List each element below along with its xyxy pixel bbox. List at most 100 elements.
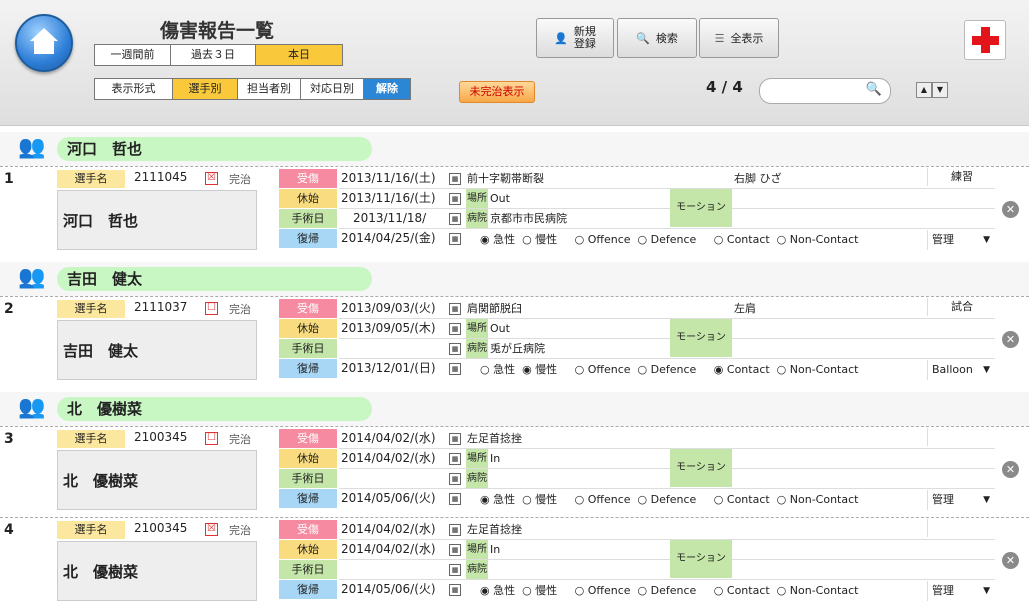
tab-clear[interactable]: 解除 <box>364 79 410 99</box>
complete-label: 完治 <box>229 433 251 446</box>
injury-date[interactable]: 2014/04/02/(水) <box>341 520 445 539</box>
user-icon: 👤 <box>554 31 568 45</box>
tab-by-player[interactable]: 選手別 <box>173 79 238 99</box>
diagnosis[interactable]: 前十字靭帯断裂 <box>467 170 544 186</box>
tab-today[interactable]: 本日 <box>256 45 342 65</box>
injury-type-radios[interactable]: ◉ 急性 ○ 慢性 ○ Offence ○ Defence ○ Contact … <box>480 582 858 598</box>
player-label: 選手名 <box>57 521 125 539</box>
calendar-icon[interactable]: ▦ <box>449 173 461 185</box>
calendar-icon[interactable]: ▦ <box>449 453 461 465</box>
rest-date[interactable]: 2014/04/02/(水) <box>341 540 445 559</box>
player-group-name[interactable]: 吉田 健太 <box>57 267 372 291</box>
view-tabs: 表示形式 選手別 担当者別 対応日別 解除 <box>94 78 411 100</box>
manager-select[interactable]: 管理 ▼ <box>927 490 995 510</box>
complete-checkbox[interactable]: ☒ <box>205 523 218 536</box>
record-row: 2 選手名 2111037 ☐ 完治 吉田 健太 受傷 休始 手術日 復帰 20… <box>0 296 1029 383</box>
diagnosis[interactable]: 左足首捻挫 <box>467 521 522 537</box>
injury-context[interactable] <box>927 519 996 537</box>
injury-date[interactable]: 2013/09/03/(火) <box>341 299 445 318</box>
injury-type-radios[interactable]: ◉ 急性 ○ 慢性 ○ Offence ○ Defence ○ Contact … <box>480 491 858 507</box>
complete-label: 完治 <box>229 173 251 186</box>
injury-type-radios[interactable]: ◉ 急性 ○ 慢性 ○ Offence ○ Defence ○ Contact … <box>480 231 858 247</box>
tab-past-3-days[interactable]: 過去３日 <box>171 45 256 65</box>
calendar-icon[interactable]: ▦ <box>449 584 461 596</box>
body-part[interactable]: 右脚 ひざ <box>734 170 782 186</box>
calendar-icon[interactable]: ▦ <box>449 193 461 205</box>
search-button[interactable]: 🔍 検索 <box>617 18 697 58</box>
search-input[interactable]: 🔍 <box>759 78 891 104</box>
place-value[interactable]: In <box>490 449 500 468</box>
injury-context[interactable]: 試合 <box>927 298 996 316</box>
return-date[interactable]: 2014/05/06/(火) <box>341 489 445 508</box>
calendar-icon[interactable]: ▦ <box>449 233 461 245</box>
scroll-top-icon[interactable]: ▲ <box>916 82 932 98</box>
injury-context[interactable] <box>927 428 996 446</box>
label-injury: 受傷 <box>279 299 337 318</box>
manager-select[interactable]: Balloon ▼ <box>927 360 995 380</box>
rest-date[interactable]: 2013/11/16/(土) <box>341 189 445 208</box>
calendar-icon[interactable]: ▦ <box>449 213 461 225</box>
new-entry-button[interactable]: 👤 新規 登録 <box>536 18 614 58</box>
medical-cross-button[interactable] <box>964 20 1006 60</box>
player-group-name[interactable]: 河口 哲也 <box>57 137 372 161</box>
complete-checkbox[interactable]: ☐ <box>205 432 218 445</box>
surgery-date[interactable]: 2013/11/18/ <box>341 209 457 228</box>
search-icon: 🔍 <box>636 31 650 45</box>
dropdown-arrow-icon: ▼ <box>983 586 990 596</box>
injury-date[interactable]: 2014/04/02/(水) <box>341 429 445 448</box>
delete-icon[interactable]: ✕ <box>1002 331 1019 348</box>
complete-checkbox[interactable]: ☐ <box>205 302 218 315</box>
return-date[interactable]: 2014/05/06/(火) <box>341 580 445 599</box>
delete-icon[interactable]: ✕ <box>1002 461 1019 478</box>
calendar-icon[interactable]: ▦ <box>449 343 461 355</box>
label-injury: 受傷 <box>279 429 337 448</box>
show-all-button[interactable]: ☰ 全表示 <box>699 18 779 58</box>
hospital-value[interactable]: 京都市市民病院 <box>490 209 567 228</box>
delete-icon[interactable]: ✕ <box>1002 552 1019 569</box>
calendar-icon[interactable]: ▦ <box>449 524 461 536</box>
diagnosis[interactable]: 左足首捻挫 <box>467 430 522 446</box>
delete-icon[interactable]: ✕ <box>1002 201 1019 218</box>
label-rest: 休始 <box>279 449 337 468</box>
place-value[interactable]: Out <box>490 189 510 208</box>
calendar-icon[interactable]: ▦ <box>449 303 461 315</box>
sort-buttons: ▲ ▼ <box>916 82 948 98</box>
place-value[interactable]: In <box>490 540 500 559</box>
tab-by-date[interactable]: 対応日別 <box>301 79 364 99</box>
manager-select[interactable]: 管理 ▼ <box>927 581 995 601</box>
return-date[interactable]: 2013/12/01/(日) <box>341 359 445 378</box>
return-date[interactable]: 2014/04/25/(金) <box>341 229 445 248</box>
calendar-icon[interactable]: ▦ <box>449 363 461 375</box>
hospital-value[interactable]: 兎が丘病院 <box>490 339 545 358</box>
calendar-icon[interactable]: ▦ <box>449 433 461 445</box>
complete-checkbox[interactable]: ☒ <box>205 172 218 185</box>
body-part[interactable]: 左肩 <box>734 300 756 316</box>
place-value[interactable]: Out <box>490 319 510 338</box>
manager-select[interactable]: 管理 ▼ <box>927 230 995 250</box>
diagnosis[interactable]: 肩関節脱臼 <box>467 300 522 316</box>
calendar-icon[interactable]: ▦ <box>449 323 461 335</box>
injury-type-radios[interactable]: ○ 急性 ◉ 慢性 ○ Offence ○ Defence ◉ Contact … <box>480 361 858 377</box>
incomplete-button[interactable]: 未完治表示 <box>459 81 535 103</box>
label-injury: 受傷 <box>279 520 337 539</box>
calendar-icon[interactable]: ▦ <box>449 493 461 505</box>
page-title: 傷害報告一覧 <box>160 20 275 42</box>
tab-week-ago[interactable]: 一週間前 <box>95 45 171 65</box>
player-name: 北 優樹菜 <box>63 563 139 581</box>
injury-context[interactable]: 練習 <box>927 168 996 186</box>
calendar-icon[interactable]: ▦ <box>449 473 461 485</box>
rest-date[interactable]: 2013/09/05/(木) <box>341 319 445 338</box>
label-return: 復帰 <box>279 229 337 248</box>
injury-date[interactable]: 2013/11/16/(土) <box>341 169 445 188</box>
complete-label: 完治 <box>229 524 251 537</box>
calendar-icon[interactable]: ▦ <box>449 544 461 556</box>
scroll-bottom-icon[interactable]: ▼ <box>932 82 948 98</box>
calendar-icon[interactable]: ▦ <box>449 564 461 576</box>
tab-by-staff[interactable]: 担当者別 <box>238 79 301 99</box>
home-button[interactable] <box>15 14 73 72</box>
rest-date[interactable]: 2014/04/02/(水) <box>341 449 445 468</box>
label-rest: 休始 <box>279 540 337 559</box>
complete-label: 完治 <box>229 303 251 316</box>
record-index: 4 <box>4 522 14 538</box>
player-group-name[interactable]: 北 優樹菜 <box>57 397 372 421</box>
